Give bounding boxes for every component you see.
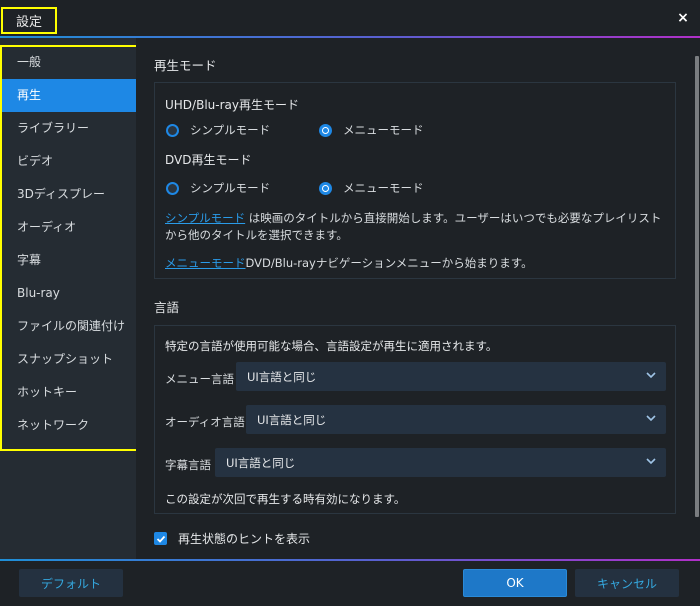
radio-checked-icon [319,181,332,195]
settings-content: 再生モード UHD/Blu-ray再生モード シンプルモード メニューモード D… [136,38,694,559]
select-value: UI言語と同じ [247,369,317,384]
audio-language-label: オーディオ言語 [165,415,245,429]
cancel-button[interactable]: キャンセル [575,569,679,597]
sidebar-nav: 一般 再生 ライブラリー ビデオ 3Dディスプレー オーディオ 字幕 Blu-r… [0,45,136,442]
chevron-down-icon [646,458,656,465]
subtitle-language-label: 字幕言語 [165,458,211,472]
radio-label: シンプルモード [190,123,271,137]
radio-label: メニューモード [343,123,424,137]
sidebar-item-audio[interactable]: オーディオ [0,211,136,244]
menu-mode-desc-text: DVD/Blu-rayナビゲーションメニューから始まります。 [245,256,533,270]
sidebar-item-file-association[interactable]: ファイルの関連付け [0,310,136,343]
simple-mode-description: シンプルモード は映画のタイトルから直接開始します。ユーザーはいつでも必要なプレ… [165,210,665,244]
sidebar-item-3d-display[interactable]: 3Dディスプレー [0,178,136,211]
dvd-menu-mode-radio[interactable]: メニューモード [319,180,424,196]
sidebar-item-bluray[interactable]: Blu-ray [0,277,136,310]
language-note: この設定が次回で再生する時有効になります。 [165,492,406,506]
chevron-down-icon [646,415,656,422]
window-title: 設定 [1,7,57,34]
radio-unchecked-icon [166,123,179,137]
playback-mode-title: 再生モード [154,58,217,73]
menu-language-label: メニュー言語 [165,372,234,386]
dvd-simple-mode-radio[interactable]: シンプルモード [166,180,270,196]
menu-mode-description: メニューモードDVD/Blu-rayナビゲーションメニューから始まります。 [165,255,665,272]
chevron-down-icon [646,372,656,379]
uhd-simple-mode-radio[interactable]: シンプルモード [166,122,270,138]
checkbox-checked-icon [154,532,167,545]
default-button[interactable]: デフォルト [19,569,123,597]
radio-unchecked-icon [166,181,179,195]
show-hint-label: 再生状態のヒントを表示 [178,532,311,546]
playback-mode-panel: UHD/Blu-ray再生モード シンプルモード メニューモード DVD再生モー… [154,82,676,279]
sidebar-item-playback[interactable]: 再生 [0,79,136,112]
menu-language-select[interactable]: UI言語と同じ [236,362,666,391]
simple-mode-link[interactable]: シンプルモード [165,211,245,225]
uhd-menu-mode-radio[interactable]: メニューモード [319,122,424,138]
sidebar-item-snapshot[interactable]: スナップショット [0,343,136,376]
sidebar-item-library[interactable]: ライブラリー [0,112,136,145]
title-bar: 設定 × [0,0,700,36]
sidebar-item-video[interactable]: ビデオ [0,145,136,178]
close-icon[interactable]: × [674,9,692,27]
select-value: UI言語と同じ [257,412,327,427]
radio-checked-icon [319,123,332,137]
subtitle-language-select[interactable]: UI言語と同じ [215,448,666,477]
sidebar-item-subtitles[interactable]: 字幕 [0,244,136,277]
dvd-mode-label: DVD再生モード [165,153,252,167]
audio-language-select[interactable]: UI言語と同じ [246,405,666,434]
footer: デフォルト OK キャンセル [0,561,700,606]
sidebar-item-network[interactable]: ネットワーク [0,409,136,442]
uhd-mode-label: UHD/Blu-ray再生モード [165,98,299,112]
ok-button[interactable]: OK [463,569,567,597]
scrollbar-thumb[interactable] [695,56,699,517]
sidebar-item-general[interactable]: 一般 [0,45,136,79]
menu-mode-link[interactable]: メニューモード [165,256,246,270]
sidebar-item-hotkeys[interactable]: ホットキー [0,376,136,409]
radio-label: メニューモード [343,181,424,195]
language-panel: 特定の言語が使用可能な場合、言語設定が再生に適用されます。 メニュー言語 UI言… [154,325,676,514]
language-title: 言語 [154,300,180,315]
language-intro: 特定の言語が使用可能な場合、言語設定が再生に適用されます。 [165,339,498,353]
select-value: UI言語と同じ [226,455,296,470]
radio-label: シンプルモード [190,181,271,195]
show-hint-checkbox[interactable]: 再生状態のヒントを表示 [154,530,310,547]
